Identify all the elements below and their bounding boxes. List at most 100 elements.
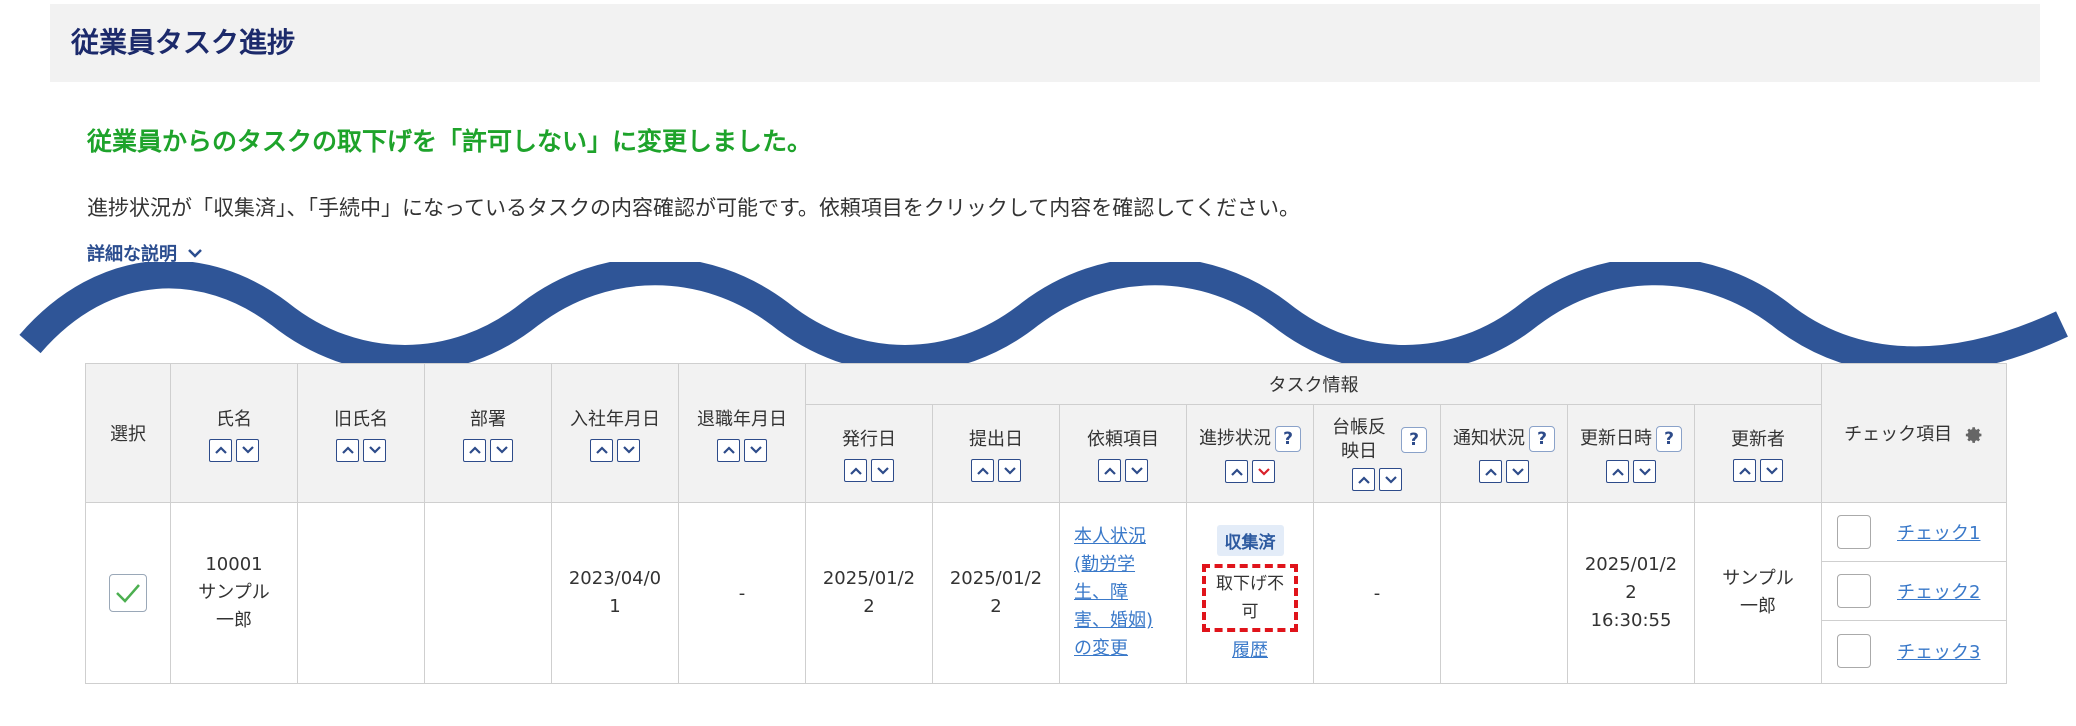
sort-desc-button[interactable] (363, 438, 386, 462)
cell-progress: 収集済 取下げ不 可 履歴 (1186, 502, 1314, 684)
check-item-row: チェック1 (1822, 503, 2006, 562)
caret-down-icon (241, 446, 254, 454)
request-item-link[interactable]: 本人状況 (勤労学 生、障 害、婚姻) の変更 (1074, 523, 1186, 663)
col-group-task-info: タスク情報 (805, 363, 1822, 405)
cell-name: 10001 サンプル 一郎 (170, 502, 298, 684)
caret-up-icon (1103, 466, 1116, 475)
sort-asc-button[interactable] (1606, 460, 1629, 483)
check-item-checkbox[interactable] (1837, 574, 1871, 608)
caret-down-icon (368, 446, 381, 454)
col-check-items: チェック項目 (1821, 363, 2007, 503)
sort-desc-button[interactable] (236, 438, 259, 462)
caret-up-icon (849, 466, 862, 475)
row-select-checkbox[interactable] (109, 574, 147, 612)
sort-asc-button[interactable] (1098, 459, 1121, 482)
gear-icon[interactable] (1962, 424, 1984, 446)
sort-desc-button[interactable] (1125, 459, 1148, 482)
caret-down-icon (876, 466, 889, 475)
sort-desc-button[interactable] (1760, 459, 1783, 482)
col-join-date: 入社年月日 (551, 363, 679, 503)
sort-asc-button[interactable] (209, 438, 232, 462)
col-leave-date: 退職年月日 (678, 363, 806, 503)
success-message: 従業員からのタスクの取下げを「許可しない」に変更しました。 (87, 127, 813, 156)
page-header: 従業員タスク進捗 (50, 4, 2040, 82)
caret-up-icon (1357, 475, 1370, 484)
chevron-down-icon (188, 249, 202, 258)
cell-updater: サンプル 一郎 (1694, 502, 1822, 684)
sort-desc-button[interactable] (490, 438, 513, 462)
help-icon[interactable]: ? (1529, 426, 1555, 452)
col-progress: 進捗状況? (1186, 404, 1314, 503)
cell-submit-date: 2025/01/2 2 (932, 502, 1060, 684)
col-issue-date: 発行日 (805, 404, 933, 503)
check-item-link[interactable]: チェック2 (1897, 578, 1980, 604)
sort-desc-button[interactable] (1633, 460, 1656, 483)
sort-asc-button[interactable] (971, 459, 994, 482)
caret-down-icon (1638, 467, 1651, 476)
caret-down-icon (1384, 475, 1397, 484)
col-request-item: 依頼項目 (1059, 404, 1187, 503)
withdraw-not-allowed-label: 取下げ不 可 (1202, 563, 1298, 632)
history-link[interactable]: 履歴 (1232, 640, 1268, 661)
col-updater: 更新者 (1694, 404, 1822, 503)
help-icon[interactable]: ? (1401, 427, 1427, 453)
sort-asc-button[interactable] (1733, 459, 1756, 482)
cell-department (424, 502, 552, 684)
sort-asc-button[interactable] (336, 438, 359, 462)
col-old-name: 旧氏名 (297, 363, 425, 503)
sort-desc-button[interactable] (617, 438, 640, 462)
sort-desc-button-active[interactable] (1252, 460, 1275, 483)
sort-asc-button[interactable] (717, 438, 740, 462)
caret-up-icon (1230, 467, 1243, 476)
select-cell (85, 502, 171, 684)
sort-asc-button[interactable] (590, 438, 613, 462)
sort-asc-button[interactable] (1225, 460, 1248, 483)
sort-desc-button[interactable] (1506, 460, 1529, 483)
col-submit-date: 提出日 (932, 404, 1060, 503)
check-item-checkbox[interactable] (1837, 515, 1871, 549)
caret-up-icon (341, 446, 354, 454)
help-icon[interactable]: ? (1656, 426, 1682, 452)
sort-asc-button[interactable] (1352, 468, 1375, 491)
check-item-row: チェック3 (1822, 621, 2006, 680)
sort-desc-button[interactable] (998, 459, 1021, 482)
col-department: 部署 (424, 363, 552, 503)
col-name: 氏名 (170, 363, 298, 503)
col-updated-at: 更新日時? (1567, 404, 1695, 503)
caret-up-icon (722, 446, 735, 454)
sort-asc-button[interactable] (463, 438, 486, 462)
caret-up-icon (976, 466, 989, 475)
check-item-row: チェック2 (1822, 562, 2006, 621)
cell-issue-date: 2025/01/2 2 (805, 502, 933, 684)
caret-up-icon (1738, 466, 1751, 475)
task-table: 選択 氏名 旧氏名 部署 入社年月日 退職年月日 タスク情報 チェック項目 発行… (85, 363, 2007, 684)
caret-down-icon (1130, 466, 1143, 475)
sort-asc-button[interactable] (844, 459, 867, 482)
caret-up-icon (214, 446, 227, 454)
cut-wave-decoration (19, 262, 2068, 372)
caret-up-icon (595, 446, 608, 454)
cell-old-name (297, 502, 425, 684)
caret-up-icon (1484, 467, 1497, 476)
cell-leave-date: - (678, 502, 806, 684)
caret-down-icon (1765, 466, 1778, 475)
caret-down-icon (1003, 466, 1016, 475)
caret-up-icon (1611, 467, 1624, 476)
status-badge: 収集済 (1216, 524, 1284, 556)
caret-down-icon (1257, 467, 1270, 476)
description-text: 進捗状況が「収集済」、「手続中」になっているタスクの内容確認が可能です。依頼項目… (87, 196, 1300, 220)
cell-ledger-date: - (1313, 502, 1441, 684)
sort-desc-button[interactable] (871, 459, 894, 482)
page-title: 従業員タスク進捗 (71, 26, 296, 59)
table-row: 10001 サンプル 一郎 2023/04/0 1 - 2025/01/2 2 … (85, 502, 2007, 684)
check-item-checkbox[interactable] (1837, 633, 1871, 668)
col-notify: 通知状況? (1440, 404, 1568, 503)
sort-desc-button[interactable] (744, 438, 767, 462)
col-select: 選択 (85, 363, 171, 503)
help-icon[interactable]: ? (1275, 426, 1301, 452)
sort-desc-button[interactable] (1379, 468, 1402, 491)
check-item-link[interactable]: チェック3 (1897, 638, 1980, 664)
check-item-link[interactable]: チェック1 (1897, 519, 1980, 545)
sort-asc-button[interactable] (1479, 460, 1502, 483)
cell-check-items: チェック1 チェック2 チェック3 (1821, 502, 2007, 684)
